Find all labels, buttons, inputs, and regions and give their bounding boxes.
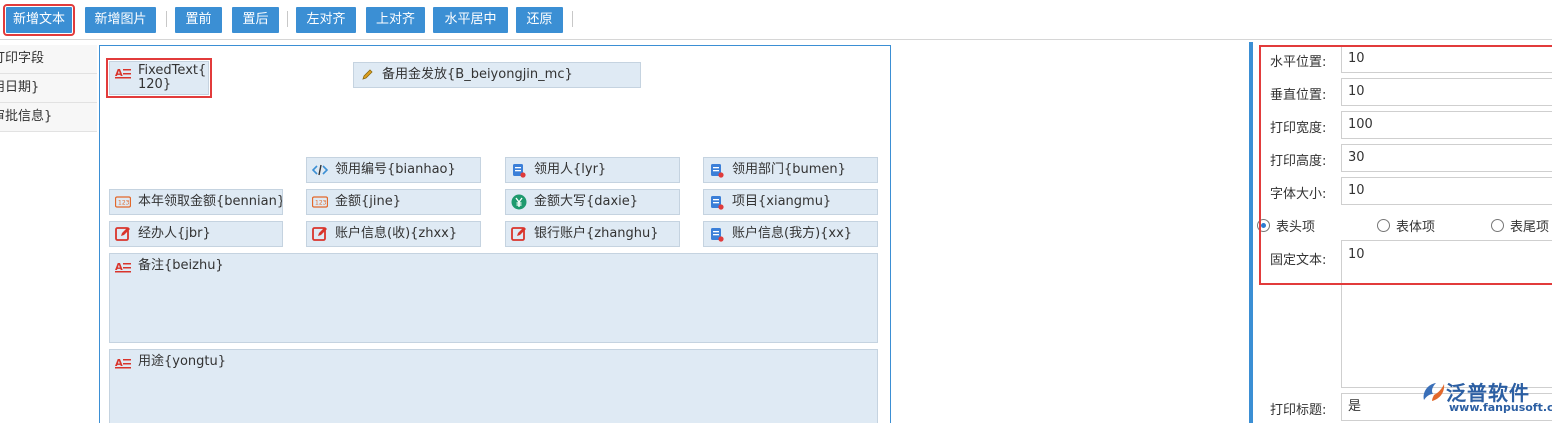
radio-body[interactable]: 表体项: [1377, 216, 1435, 235]
list-item[interactable]: 审批信息}: [0, 103, 97, 132]
bianhao-field[interactable]: 领用编号{bianhao}: [306, 157, 481, 183]
beizhu-field[interactable]: A 备注{beizhu}: [109, 253, 878, 343]
text-icon: A: [114, 64, 132, 82]
yongtu-field[interactable]: A 用途{yongtu}: [109, 349, 878, 423]
radio-label: 表体项: [1396, 220, 1436, 235]
number-icon: 123: [311, 193, 329, 211]
radio-label: 表尾项: [1510, 220, 1550, 235]
text-icon: A: [114, 258, 132, 276]
lyr-field[interactable]: 领用人{lyr}: [505, 157, 680, 183]
code-icon: [311, 161, 329, 179]
field-label: 本年领取金额{bennian}: [138, 194, 283, 209]
pencil-icon: [358, 66, 376, 84]
print-height-label: 打印高度:: [1270, 154, 1327, 169]
fixed-text-label: 固定文本:: [1270, 253, 1327, 268]
field-label: 用途{yongtu}: [138, 354, 227, 369]
radio-circle[interactable]: [1491, 219, 1504, 232]
list-icon: [708, 193, 726, 211]
radio-circle[interactable]: [1257, 219, 1270, 232]
horizontal-position-label: 水平位置:: [1270, 55, 1327, 70]
logo-icon: [1423, 382, 1445, 401]
bring-front-button[interactable]: 置前: [175, 7, 222, 33]
logo-url: www.fanpusoft.com: [1449, 401, 1552, 414]
fixed-text-textarea[interactable]: 10: [1341, 240, 1552, 388]
field-label: 项目{xiangmu}: [732, 194, 832, 209]
edit-icon: [311, 225, 329, 243]
field-label: FixedText{ 120}: [138, 63, 207, 92]
radio-circle[interactable]: [1377, 219, 1390, 232]
add-image-button[interactable]: 新增图片: [85, 7, 156, 33]
jine-field[interactable]: 123 金额{jine}: [306, 189, 481, 215]
toolbar-separator: [166, 11, 167, 27]
font-size-label: 字体大小:: [1270, 187, 1327, 202]
field-label: 领用部门{bumen}: [732, 162, 846, 177]
toolbar: 新增文本 新增图片 置前 置后 左对齐 上对齐 水平居中 还原: [0, 0, 1552, 40]
radio-footer[interactable]: 表尾项: [1491, 216, 1549, 235]
add-text-button[interactable]: 新增文本: [3, 4, 75, 36]
zhanghu-field[interactable]: 银行账户{zhanghu}: [505, 221, 680, 247]
toolbar-separator: [572, 11, 573, 27]
property-panel: 水平位置: 10 垂直位置: 10 打印宽度: 100 打印高度: 30 字体大…: [1249, 42, 1552, 423]
text-icon: A: [114, 354, 132, 372]
field-list: 打印字段 用日期} 审批信息}: [0, 45, 97, 423]
xiangmu-field[interactable]: 项目{xiangmu}: [703, 189, 878, 215]
field-label: 银行账户{zhanghu}: [534, 226, 659, 241]
bumen-field[interactable]: 领用部门{bumen}: [703, 157, 878, 183]
svg-text:123: 123: [118, 200, 130, 207]
report-designer: 新增文本 新增图片 置前 置后 左对齐 上对齐 水平居中 还原 打印字段 用日期…: [0, 0, 1552, 423]
list-item-label: 打印字段: [0, 51, 45, 66]
number-icon: 123: [114, 193, 132, 211]
edit-icon: [510, 225, 528, 243]
reserve-field[interactable]: 备用金发放{B_beiyongjin_mc}: [353, 62, 641, 88]
list-icon: [708, 161, 726, 179]
fixed-text-field[interactable]: A FixedText{ 120}: [106, 58, 212, 98]
list-item[interactable]: 用日期}: [0, 74, 97, 103]
restore-button[interactable]: 还原: [516, 7, 563, 33]
print-width-input[interactable]: 100: [1341, 111, 1552, 139]
field-label: 账户信息(收){zhxx}: [335, 226, 458, 241]
field-label: 备用金发放{B_beiyongjin_mc}: [382, 67, 573, 82]
list-icon: [510, 161, 528, 179]
align-left-button[interactable]: 左对齐: [296, 7, 356, 33]
toolbar-separator: [287, 11, 288, 27]
field-label: 经办人{jbr}: [138, 226, 211, 241]
list-item-label: 用日期}: [0, 80, 40, 95]
print-height-input[interactable]: 30: [1341, 144, 1552, 172]
send-back-button[interactable]: 置后: [232, 7, 279, 33]
radio-label: 表头项: [1276, 220, 1316, 235]
field-label: 领用编号{bianhao}: [335, 162, 456, 177]
align-top-button[interactable]: 上对齐: [366, 7, 425, 33]
zhxx-field[interactable]: 账户信息(收){zhxx}: [306, 221, 481, 247]
xx-field[interactable]: 账户信息(我方){xx}: [703, 221, 878, 247]
field-label: 备注{beizhu}: [138, 258, 224, 273]
field-label: 金额{jine}: [335, 194, 402, 209]
list-item-label: 审批信息}: [0, 109, 53, 124]
vertical-position-input[interactable]: 10: [1341, 78, 1552, 106]
field-label: 金额大写{daxie}: [534, 194, 639, 209]
jbr-field[interactable]: 经办人{jbr}: [109, 221, 283, 247]
edit-icon: [114, 225, 132, 243]
font-size-input[interactable]: 10: [1341, 177, 1552, 205]
yen-icon: [510, 193, 528, 211]
field-label: 账户信息(我方){xx}: [732, 226, 853, 241]
list-item[interactable]: 打印字段: [0, 45, 97, 74]
center-horizontal-button[interactable]: 水平居中: [433, 7, 508, 33]
bennian-field[interactable]: 123 本年领取金额{bennian}: [109, 189, 283, 215]
design-canvas[interactable]: A FixedText{ 120} 备用金发放{B_beiyongjin_mc}…: [99, 45, 891, 423]
daxie-field[interactable]: 金额大写{daxie}: [505, 189, 680, 215]
svg-text:123: 123: [315, 200, 327, 207]
list-icon: [708, 225, 726, 243]
print-width-label: 打印宽度:: [1270, 121, 1327, 136]
horizontal-position-input[interactable]: 10: [1341, 45, 1552, 73]
vertical-position-label: 垂直位置:: [1270, 88, 1327, 103]
radio-header[interactable]: 表头项: [1257, 216, 1315, 235]
field-label: 领用人{lyr}: [534, 162, 607, 177]
print-title-label: 打印标题:: [1270, 403, 1327, 418]
